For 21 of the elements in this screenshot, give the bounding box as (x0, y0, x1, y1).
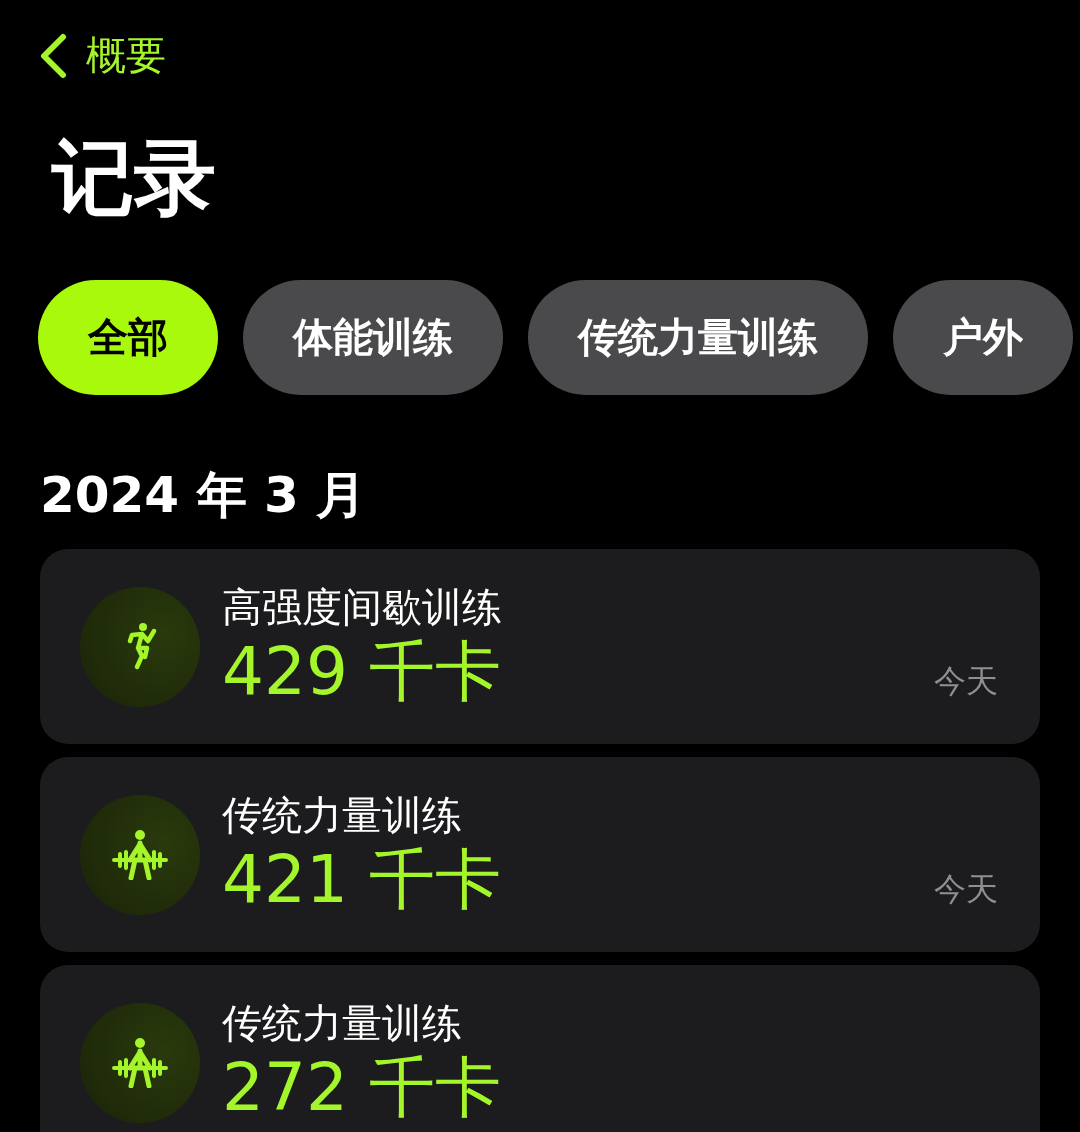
calories-value: 421 千卡 (222, 839, 502, 920)
filter-tab[interactable]: 体能训练 (243, 280, 503, 395)
back-button[interactable]: 概要 (38, 28, 166, 83)
weightlifter-icon (110, 829, 170, 880)
filter-tab[interactable]: 传统力量训练 (528, 280, 868, 395)
calories-value: 429 千卡 (222, 631, 502, 712)
workout-date: 今天 (934, 661, 998, 702)
workout-name: 传统力量训练 (222, 790, 463, 840)
page-title: 记录 (52, 129, 217, 227)
calories-value: 272 千卡 (222, 1047, 502, 1128)
workout-card[interactable]: 高强度间歇训练 429 千卡 今天 (40, 549, 1040, 744)
back-icon (38, 32, 68, 79)
workout-date: 今天 (934, 869, 998, 910)
section-heading: 2024 年 3 月 (40, 465, 368, 525)
workout-name: 高强度间歇训练 (222, 582, 503, 632)
weightlifter-icon (110, 1037, 170, 1088)
filter-tab[interactable]: 户外 (893, 280, 1073, 395)
workout-name: 传统力量训练 (222, 998, 463, 1048)
workout-card[interactable]: 传统力量训练 272 千卡 (40, 965, 1040, 1132)
workout-card[interactable]: 传统力量训练 421 千卡 今天 (40, 757, 1040, 952)
filter-tab[interactable]: 全部 (38, 280, 218, 395)
